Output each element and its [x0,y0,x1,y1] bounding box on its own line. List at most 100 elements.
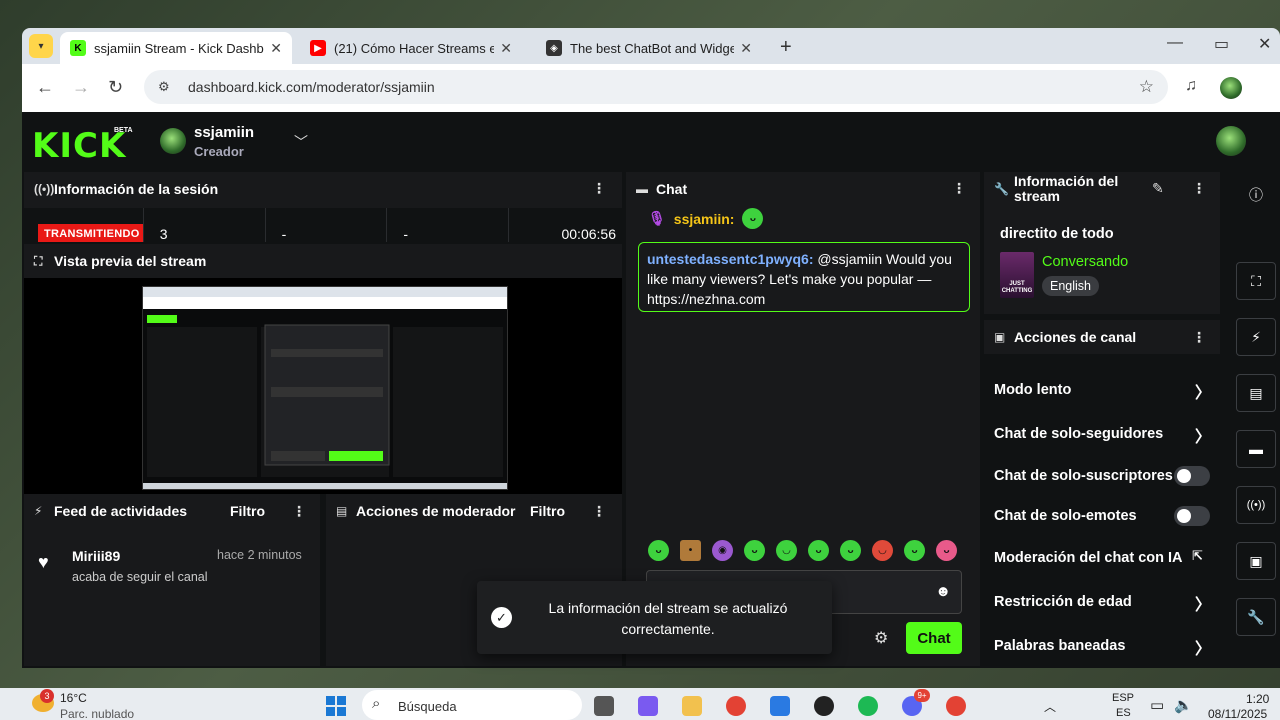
close-window-icon[interactable]: ✕ [1258,34,1271,54]
emote-icon[interactable]: ᴗ [904,540,925,561]
send-chat-button[interactable]: Chat [906,622,962,654]
emote-icon[interactable]: ◡ [872,540,893,561]
action-ai-moderation[interactable]: Moderación del chat con IA [994,547,1183,569]
windows-taskbar: 3 16°C Parc. nublado ⌕ Búsqueda 9+ ︿ ESP… [0,688,1280,720]
action-slow-mode[interactable]: Modo lento [994,379,1071,401]
task-view-icon[interactable] [594,696,614,716]
chat-tool-icon[interactable]: ▬ [1236,430,1276,468]
document-tool-icon[interactable]: ▤ [1236,374,1276,412]
more-options-icon[interactable]: ⋮ [592,180,606,197]
url-text[interactable]: dashboard.kick.com/moderator/ssjamiin [188,79,435,95]
emote-icon[interactable]: ◉ [712,540,733,561]
broadcast-tool-icon[interactable]: ((•)) [1236,486,1276,524]
tray-chevron-icon[interactable]: ︿ [1044,698,1056,715]
chevron-right-icon[interactable]: 〉 [1195,591,1211,615]
close-tab-icon[interactable]: ✕ [740,40,752,57]
input-language[interactable]: ESP [1112,692,1134,704]
emote-icon[interactable]: ᴗ [840,540,861,561]
teams-icon[interactable] [638,696,658,716]
site-settings-icon[interactable]: ⚙ [158,79,174,95]
emote-icon[interactable]: ◡ [776,540,797,561]
stat-3: - [387,208,510,242]
more-options-icon[interactable]: ⋮ [952,180,966,197]
category-thumbnail[interactable]: JUST CHATTING [1000,252,1034,298]
action-followers-only[interactable]: Chat de solo-seguidores [994,423,1163,445]
emoji-picker-icon[interactable]: ☻ [935,583,951,600]
language-tag: English [1042,276,1099,296]
wrench-tool-icon[interactable]: 🔧 [1236,598,1276,636]
minimize-icon[interactable]: — [1167,34,1183,52]
mod-filter-button[interactable]: Filtro [530,503,565,519]
action-banned-words[interactable]: Palabras baneadas [994,635,1125,657]
reload-icon[interactable]: ↻ [108,77,123,98]
emotes-only-toggle[interactable] [1174,506,1210,526]
chevron-right-icon[interactable]: 〉 [1195,423,1211,447]
emote-icon[interactable]: • [680,540,701,561]
channel-actions-tool-icon[interactable]: ▣ [1236,542,1276,580]
tab-search-button[interactable]: ▾ [29,34,53,58]
chrome-active-icon[interactable] [946,696,966,716]
taskbar-search[interactable]: ⌕ Búsqueda [362,690,582,720]
tab-youtube[interactable]: ▶ (21) Cómo Hacer Streams en Kick ✕ [300,32,522,64]
tab-botrix[interactable]: ◈ The best ChatBot and Widgets for ✕ [536,32,762,64]
maximize-icon[interactable]: ▭ [1214,34,1229,54]
chat-settings-icon[interactable]: ⚙ [874,628,888,648]
emote-icon[interactable]: ᴗ [648,540,669,561]
close-tab-icon[interactable]: ✕ [500,40,512,57]
user-avatar[interactable] [1216,126,1246,156]
bookmark-star-icon[interactable]: ☆ [1139,77,1154,97]
clock-date[interactable]: 08/11/2025 [1208,707,1267,720]
emote-icon[interactable]: ᴗ [936,540,957,561]
activity-description: acaba de seguir el canal [72,570,208,584]
network-icon[interactable]: ▭ [1150,696,1164,714]
more-options-icon[interactable]: ⋮ [1192,329,1206,346]
edit-pencil-icon[interactable]: ✎ [1152,180,1164,197]
volume-icon[interactable]: 🔈 [1174,696,1193,714]
action-emotes-only[interactable]: Chat de solo-emotes [994,505,1137,527]
close-tab-icon[interactable]: ✕ [270,40,282,57]
tab-kick-dashboard[interactable]: K ssjamiin Stream - Kick Dashboard ✕ [60,32,292,64]
obs-icon[interactable] [814,696,834,716]
more-options-icon[interactable]: ⋮ [1192,180,1206,197]
chevron-down-icon[interactable]: ﹀ [294,132,308,152]
activity-filter-button[interactable]: Filtro [230,503,265,519]
channel-actions-title: Acciones de canal [1014,329,1137,345]
more-options-icon[interactable]: ⋮ [292,503,306,520]
action-age-restriction[interactable]: Restricción de edad [994,591,1132,613]
activity-user[interactable]: Miriii89 [72,548,208,564]
store-icon[interactable] [770,696,790,716]
file-explorer-icon[interactable] [682,696,702,716]
chrome-icon[interactable] [726,696,746,716]
back-icon[interactable]: ← [36,77,54,98]
emote-bar: ᴗ • ◉ ᴗ ◡ ᴗ ᴗ ◡ ᴗ ᴗ [648,540,957,561]
profile-avatar[interactable] [1220,77,1242,99]
clock-time[interactable]: 1:20 [1246,692,1269,706]
forward-icon[interactable]: → [72,77,90,98]
kick-logo[interactable]: KICK [32,126,126,166]
chevron-right-icon[interactable]: 〉 [1195,379,1211,403]
input-layout[interactable]: ES [1116,707,1131,719]
info-icon[interactable]: ⓘ [1236,176,1276,214]
windows-start-icon[interactable] [326,696,346,716]
stream-preview-video[interactable] [142,286,508,490]
chat-message-user[interactable]: untestedassentc1pwyq6: [647,251,814,267]
chat-username[interactable]: ssjamiin: [674,211,735,227]
emote-icon[interactable]: ᴗ [744,540,765,561]
stat-2-value: - [281,226,287,242]
stream-category[interactable]: Conversando [1042,254,1128,270]
success-toast: ✓ La información del stream se actualizó… [477,581,832,654]
bolt-tool-icon[interactable]: ⚡ [1236,318,1276,356]
external-link-icon[interactable]: ⇱ [1192,548,1203,564]
search-icon: ⌕ [372,695,381,712]
subscribers-only-toggle[interactable] [1174,466,1210,486]
viewer-count: 3 [159,226,168,242]
media-control-icon[interactable]: ♫ [1185,77,1197,95]
emote-icon[interactable]: ᴗ [808,540,829,561]
new-tab-button[interactable]: + [780,36,792,59]
spotify-icon[interactable] [858,696,878,716]
chevron-right-icon[interactable]: 〉 [1195,635,1211,659]
address-bar[interactable]: ⚙ dashboard.kick.com/moderator/ssjamiin … [144,70,1168,104]
more-options-icon[interactable]: ⋮ [592,503,606,520]
action-subscribers-only[interactable]: Chat de solo-suscriptores [994,465,1173,487]
preview-tool-icon[interactable]: ⛶ [1236,262,1276,300]
